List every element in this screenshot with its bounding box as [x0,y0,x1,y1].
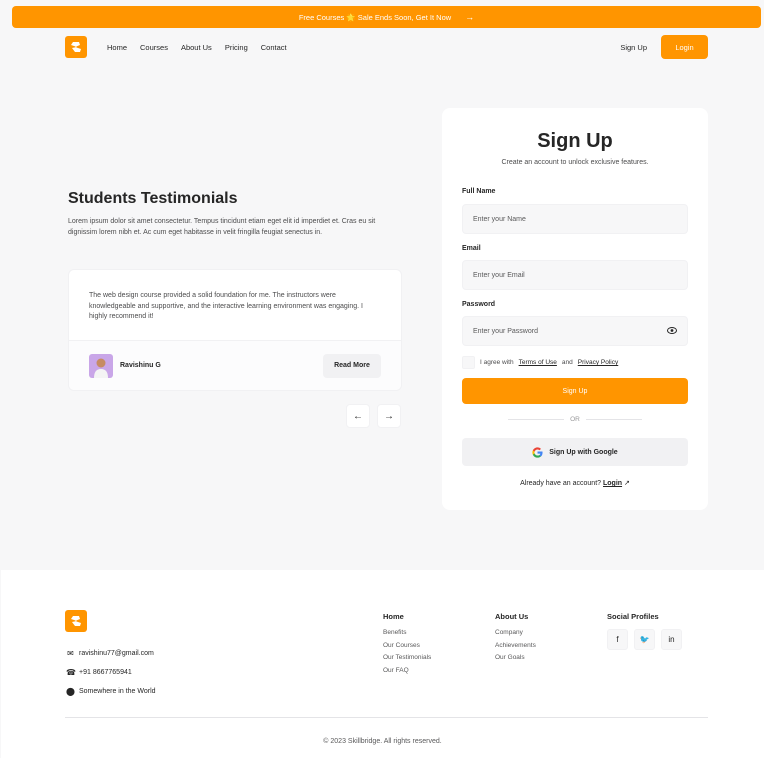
google-icon [532,446,543,458]
testimonials-description: Lorem ipsum dolor sit amet consectetur. … [68,218,376,236]
full-name-label: Full Name [462,188,496,195]
nav-signup-link[interactable]: Sign Up [620,43,647,52]
footer-link[interactable]: Company [495,629,536,636]
footer-email[interactable]: ✉ ravishinu77@gmail.com [66,649,154,658]
facebook-icon[interactable]: f [607,629,628,650]
testimonial-author: Ravishinu G [120,362,161,369]
arrow-right-icon: → [465,12,475,22]
password-field[interactable]: Enter your Password [462,316,688,346]
mail-icon: ✉ [67,649,74,658]
logo-icon [71,42,81,52]
or-text: OR [570,416,580,423]
navbar: Home Courses About Us Pricing Contact Si… [65,34,708,60]
terms-checkbox[interactable] [462,356,475,369]
password-placeholder: Enter your Password [473,327,538,335]
or-divider: OR [508,416,642,423]
terms-link[interactable]: Terms of Use [519,359,557,366]
footer-phone[interactable]: ☎ +91 8667765941 [66,668,132,677]
nav-login-button[interactable]: Login [661,35,708,59]
testimonial-quote: The web design course provided a solid f… [89,292,363,320]
signup-title: Sign Up [537,130,613,152]
google-signup-button[interactable]: Sign Up with Google [462,438,688,466]
footer-link[interactable]: Our Testimonials [383,654,431,661]
nav-link-home[interactable]: Home [107,43,127,52]
avatar [89,353,113,378]
footer-link[interactable]: Our Courses [383,642,431,649]
social-icons: f 🐦 in [607,629,682,650]
divider-line [508,419,565,420]
email-field[interactable]: Enter your Email [462,260,688,290]
footer-social-title: Social Profiles [607,612,659,621]
twitter-icon[interactable]: 🐦 [634,629,655,650]
full-name-placeholder: Enter your Name [473,215,526,223]
logo[interactable] [65,36,87,58]
footer-link[interactable]: Our FAQ [383,667,431,674]
footer-link[interactable]: Benefits [383,629,431,636]
footer-about-column: About Us Company Achievements Our Goals [495,612,536,667]
nav-links: Home Courses About Us Pricing Contact [107,43,287,52]
nav-link-contact[interactable]: Contact [261,43,287,52]
announcement-bar[interactable]: Free Courses 🌟 Sale Ends Soon, Get It No… [12,6,761,28]
footer-email-text: ravishinu77@gmail.com [79,650,154,657]
password-label: Password [462,301,496,308]
footer-location-text: Somewhere in the World [79,688,156,695]
already-text: Already have an account? [520,480,602,487]
full-name-field[interactable]: Enter your Name [462,204,688,234]
eye-icon[interactable] [667,326,677,336]
read-more-button[interactable]: Read More [323,353,381,378]
footer-logo[interactable] [65,610,87,632]
divider-line [585,419,642,420]
terms-agreement: I agree with Terms of Use and Privacy Po… [462,356,618,369]
arrow-up-right-icon: ↗ [624,480,630,487]
email-label: Email [462,245,481,252]
nav-link-pricing[interactable]: Pricing [225,43,248,52]
person-icon [94,358,108,378]
google-button-label: Sign Up with Google [549,448,618,456]
testimonial-card: The web design course provided a solid f… [68,269,402,391]
logo-icon [71,616,81,626]
footer-location: ⬤ Somewhere in the World [66,687,156,696]
email-placeholder: Enter your Email [473,271,525,279]
testimonial-footer: Ravishinu G Read More [69,340,401,390]
arrow-left-icon[interactable]: ← [346,404,370,428]
login-link[interactable]: Login [603,480,622,487]
nav-link-about[interactable]: About Us [181,43,212,52]
announcement-text: Free Courses 🌟 Sale Ends Soon, Get It No… [298,12,452,22]
nav-actions: Sign Up Login [620,35,708,59]
linkedin-icon[interactable]: in [661,629,682,650]
footer-link[interactable]: Our Goals [495,654,536,661]
location-pin-icon: ⬤ [66,687,75,696]
nav-link-courses[interactable]: Courses [140,43,168,52]
agree-prefix: I agree with [480,359,514,366]
signup-subtitle: Create an account to unlock exclusive fe… [501,159,649,166]
already-have-account: Already have an account? Login ↗ [442,479,708,487]
footer-divider [65,717,708,718]
footer-home-title: Home [383,612,404,621]
arrow-right-icon[interactable]: → [377,404,401,428]
testimonials-title: Students Testimonials [68,190,238,207]
footer-social-column: Social Profiles f 🐦 in [607,612,682,656]
footer-link[interactable]: Achievements [495,642,536,649]
copyright: © 2023 Skillbridge. All rights reserved. [323,738,442,745]
signup-submit-button[interactable]: Sign Up [462,378,688,404]
carousel-controls: ← → [346,404,401,428]
footer: ✉ ravishinu77@gmail.com ☎ +91 8667765941… [1,570,764,758]
testimonials-section: Students Testimonials Lorem ipsum dolor … [68,190,402,238]
footer-home-column: Home Benefits Our Courses Our Testimonia… [383,612,431,679]
footer-about-title: About Us [495,612,529,621]
signup-card: Sign Up Create an account to unlock excl… [442,108,708,510]
footer-phone-text: +91 8667765941 [79,669,132,676]
agree-and: and [561,359,573,366]
phone-icon: ☎ [66,668,76,677]
privacy-link[interactable]: Privacy Policy [578,359,618,366]
